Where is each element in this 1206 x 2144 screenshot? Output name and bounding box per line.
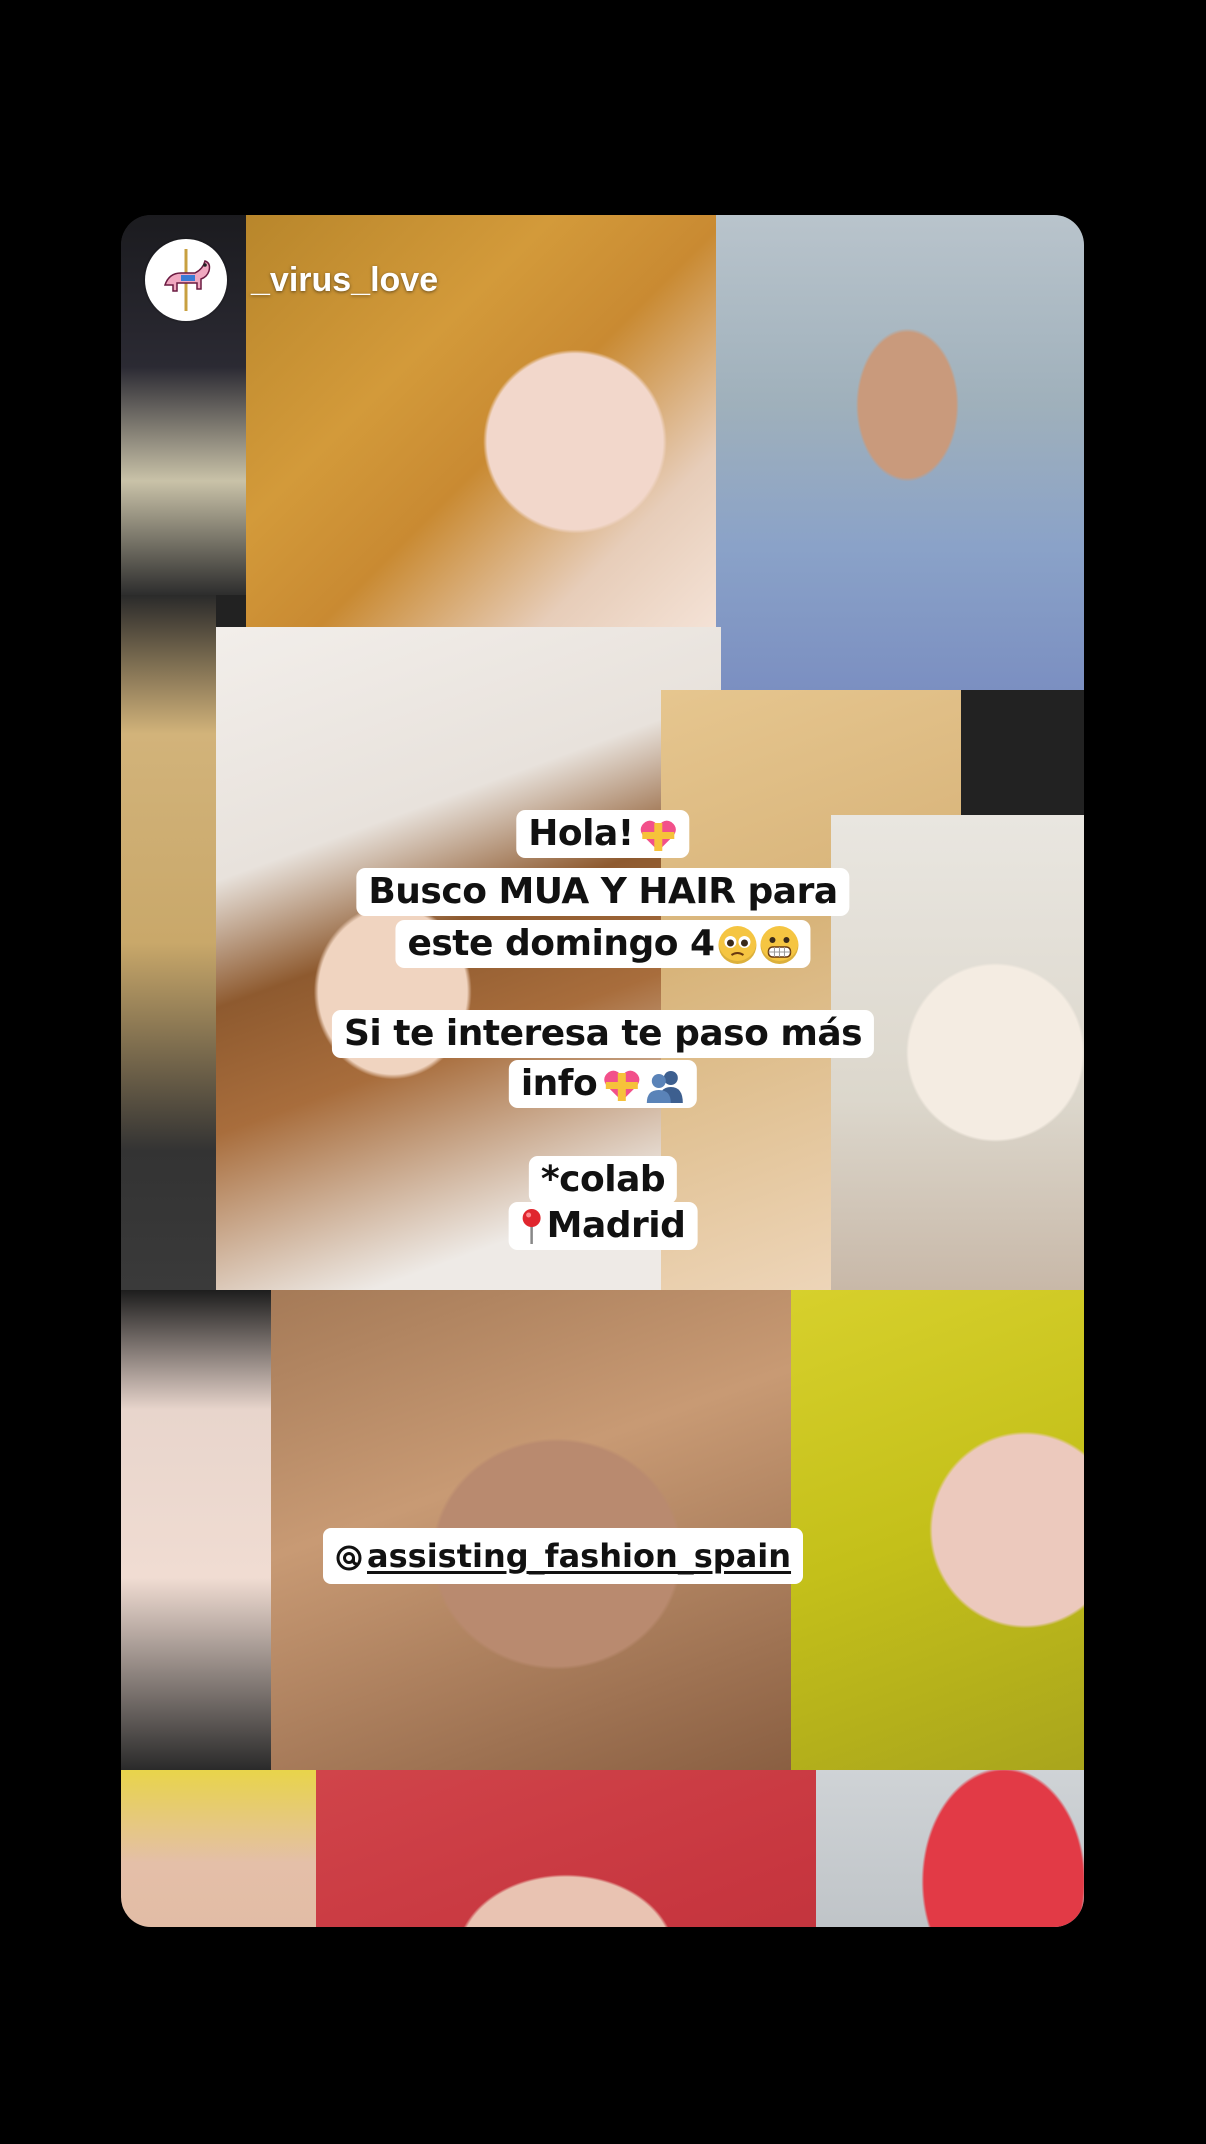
sticker-line-info[interactable]: info bbox=[508, 1060, 698, 1108]
sticker-text: este domingo 4 bbox=[407, 923, 715, 964]
photo-left-braids bbox=[121, 595, 216, 1290]
sticker-text: info bbox=[520, 1063, 598, 1104]
photo-red-curls bbox=[316, 1770, 816, 1927]
sticker-line-hola[interactable]: Hola! bbox=[516, 810, 690, 858]
sticker-text: Hola! bbox=[528, 813, 634, 854]
story-username[interactable]: _virus_love bbox=[251, 261, 438, 300]
sticker-line-interesa[interactable]: Si te interesa te paso más bbox=[331, 1010, 875, 1058]
photo-yellow-hair bbox=[791, 1290, 1084, 1770]
mention-username: assisting_fashion_spain bbox=[367, 1537, 792, 1575]
photo-pale-profile bbox=[121, 1290, 271, 1770]
grimacing-face-icon bbox=[760, 926, 799, 964]
heart-with-ribbon-icon bbox=[640, 818, 678, 852]
sticker-text: *colab bbox=[540, 1159, 666, 1200]
photo-red-lips bbox=[121, 1770, 316, 1927]
photo-blue-hair bbox=[716, 215, 1084, 690]
busts-in-silhouette-icon bbox=[645, 1068, 685, 1103]
photo-red-short-hair bbox=[816, 1770, 1084, 1927]
avatar[interactable] bbox=[145, 239, 227, 321]
mention-sticker[interactable]: assisting_fashion_spain bbox=[323, 1528, 804, 1584]
threads-at-icon bbox=[335, 1542, 363, 1571]
sticker-text: Madrid bbox=[546, 1205, 686, 1246]
sticker-text: Busco MUA Y HAIR para bbox=[368, 871, 838, 912]
heart-with-ribbon-icon bbox=[603, 1068, 641, 1102]
round-pushpin-icon bbox=[521, 1208, 543, 1246]
pleading-face-icon bbox=[718, 926, 757, 964]
sticker-line-busco[interactable]: Busco MUA Y HAIR para bbox=[356, 868, 850, 916]
carousel-horse-icon bbox=[163, 249, 211, 311]
sticker-line-madrid[interactable]: Madrid bbox=[508, 1202, 698, 1250]
sticker-line-domingo[interactable]: este domingo 4 bbox=[395, 920, 811, 968]
sticker-line-colab[interactable]: *colab bbox=[528, 1156, 678, 1204]
story-header[interactable]: _virus_love bbox=[145, 238, 438, 322]
sticker-text: Si te interesa te paso más bbox=[343, 1013, 863, 1054]
